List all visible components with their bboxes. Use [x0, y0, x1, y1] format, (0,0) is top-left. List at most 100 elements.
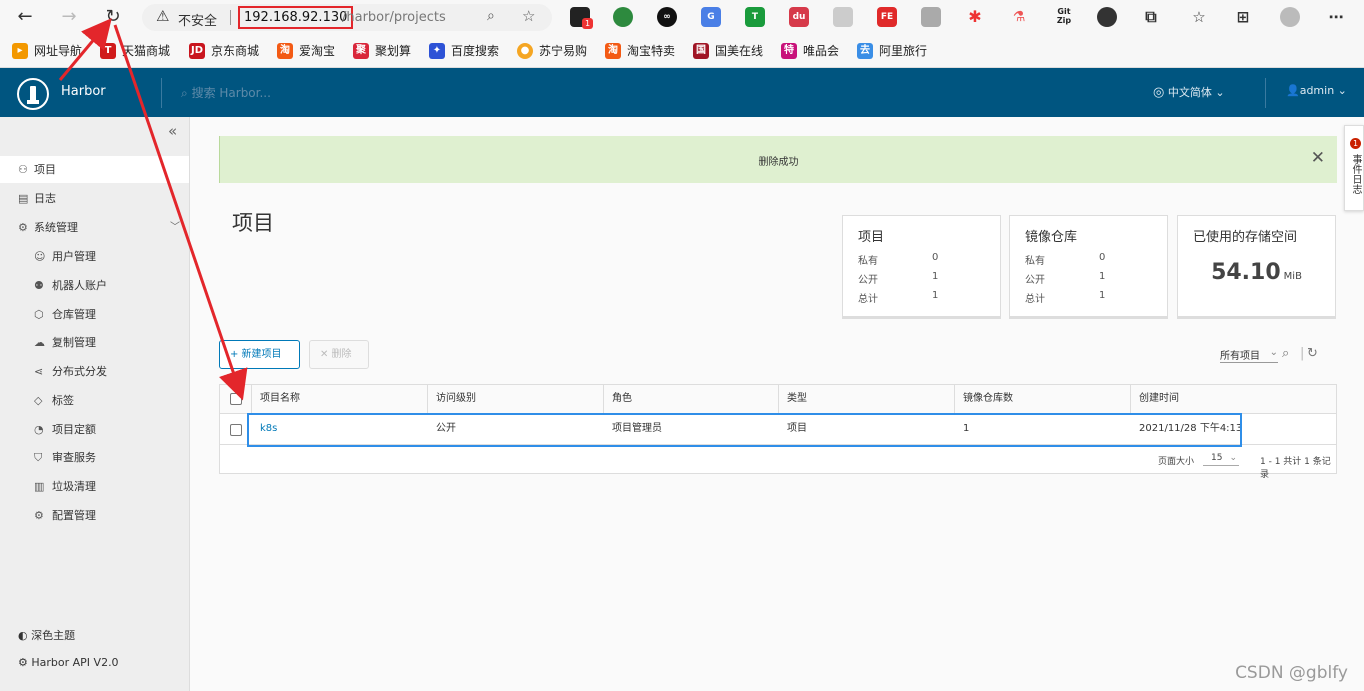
more-icon[interactable]: ⋯	[1326, 7, 1346, 27]
bookmark-item[interactable]: JD 京东商城	[189, 43, 259, 60]
extension-badge: 1	[582, 18, 593, 29]
sidebar-item-quotas[interactable]: ◔ 项目定额	[0, 416, 189, 443]
total-count: 1	[1099, 290, 1106, 301]
sidebar-item-label: 复制管理	[52, 336, 96, 349]
profile-avatar[interactable]	[1280, 7, 1300, 27]
column-header[interactable]: 项目名称	[251, 385, 300, 414]
zoom-icon[interactable]: ⌕	[487, 8, 495, 24]
sidebar-item-labels[interactable]: ◇ 标签	[0, 387, 189, 414]
extension-icon-13[interactable]	[1097, 7, 1117, 27]
bookmark-item[interactable]: ● 苏宁易购	[517, 43, 587, 60]
select-all-checkbox[interactable]	[230, 393, 242, 405]
column-header[interactable]: 角色	[603, 385, 632, 414]
bookmark-label: 网址导航	[34, 44, 83, 58]
column-header[interactable]: 镜像仓库数	[954, 385, 1013, 414]
extension-icon-3[interactable]: ∞	[657, 7, 677, 27]
tag-icon: ◇	[34, 394, 43, 407]
zip-label: Zip	[1056, 16, 1072, 25]
column-header[interactable]: 访问级别	[427, 385, 476, 414]
extension-icon-7[interactable]	[833, 7, 853, 27]
address-bar[interactable]: ⚠ 不安全 192.168.92.130 /harbor/projects ⌕ …	[142, 4, 552, 31]
bookmark-item[interactable]: 淘淘宝特卖	[605, 43, 675, 60]
browser-toolbar: ← → ↻ ⚠ 不安全 192.168.92.130 /harbor/proje…	[0, 0, 1364, 35]
collapse-sidebar-icon[interactable]: «	[168, 122, 177, 140]
success-alert: 删除成功 ✕	[219, 136, 1337, 183]
chevron-down-icon: ⌄	[1337, 84, 1347, 97]
page-size-value: 15	[1211, 453, 1223, 463]
bookmark-label: 天猫商城	[122, 44, 171, 58]
chevron-down-icon: ⌄	[1229, 453, 1237, 463]
chevron-down-icon: ⌄	[1269, 347, 1278, 358]
new-project-button[interactable]: + 新建项目	[219, 340, 300, 369]
search-input[interactable]: 搜索 Harbor...	[192, 86, 271, 100]
extension-icon-11[interactable]: ⚗	[1009, 7, 1029, 27]
extension-icon-10[interactable]: ✱	[965, 7, 985, 27]
event-log-tab[interactable]: 1 事件日志	[1344, 125, 1364, 211]
sidebar-item-robot-accounts[interactable]: ⚉ 机器人账户	[0, 272, 189, 299]
harbor-api-link[interactable]: ⚙ Harbor API V2.0	[18, 656, 119, 669]
user-menu[interactable]: 👤admin ⌄	[1286, 84, 1347, 97]
column-header[interactable]: 创建时间	[1130, 385, 1179, 414]
row-checkbox[interactable]	[230, 424, 242, 436]
sidebar-item-projects[interactable]: ⚇ 项目	[0, 156, 189, 183]
projects-table: 项目名称 访问级别 角色 类型 镜像仓库数 创建时间 k8s 公开 项目管理员 …	[219, 384, 1337, 480]
bookmark-label: 苏宁易购	[539, 44, 588, 58]
role: 项目管理员	[612, 423, 662, 434]
bookmark-item[interactable]: ✦ 百度搜索	[429, 43, 499, 60]
sidebar-item-interrogation[interactable]: ⛉ 审查服务	[0, 444, 189, 471]
bookmark-item[interactable]: ▸ 网址导航	[12, 43, 82, 60]
total-label: 总计	[858, 294, 878, 305]
sidebar-item-config[interactable]: ⚙ 配置管理	[0, 502, 189, 529]
sidebar-item-label: 分布式分发	[52, 365, 107, 378]
sidebar-item-distributions[interactable]: ⋖ 分布式分发	[0, 358, 189, 385]
url-path[interactable]: /harbor/projects	[342, 10, 446, 25]
language-selector[interactable]: ◎ 中文简体 ⌄	[1153, 84, 1225, 100]
bookmark-item[interactable]: 聚聚划算	[353, 43, 411, 60]
reload-icon[interactable]: ↻	[100, 5, 126, 29]
page-size-select[interactable]: 15 ⌄	[1203, 450, 1239, 466]
harbor-logo[interactable]	[17, 78, 49, 110]
delete-button[interactable]: ✕ 删除	[309, 340, 369, 369]
extensions-icon[interactable]: ⧉	[1141, 7, 1161, 27]
chevron-down-icon: ﹀	[170, 222, 180, 233]
sidebar-item-label: 日志	[34, 192, 56, 205]
header-divider	[161, 78, 162, 108]
forward-icon[interactable]: →	[56, 5, 82, 29]
close-icon[interactable]: ✕	[1311, 148, 1325, 168]
bookmark-item[interactable]: 去阿里旅行	[857, 43, 927, 60]
back-icon[interactable]: ←	[12, 5, 38, 29]
global-search[interactable]: ⌕ 搜索 Harbor...	[181, 84, 271, 101]
column-header[interactable]: 类型	[778, 385, 807, 414]
bookmark-item[interactable]: 淘爱淘宝	[277, 43, 335, 60]
bookmark-item[interactable]: T 天猫商城	[100, 43, 170, 60]
extension-icon-8[interactable]: FE	[877, 7, 897, 27]
project-name-link[interactable]: k8s	[260, 414, 277, 445]
storage-summary-card: 已使用的存储空间 54.10 MiB	[1177, 215, 1336, 317]
sidebar-item-replications[interactable]: ☁ 复制管理	[0, 329, 189, 356]
sidebar-item-users[interactable]: ☺ 用户管理	[0, 243, 189, 270]
favorites-icon[interactable]: ☆	[1189, 7, 1209, 27]
translate-icon[interactable]: G	[701, 7, 721, 27]
dark-theme-toggle[interactable]: ◐ 深色主题	[18, 627, 75, 643]
sidebar-item-administration[interactable]: ⚙ 系统管理 ﹀	[0, 214, 189, 241]
project-filter-select[interactable]: 所有项目 ⌄	[1220, 347, 1278, 363]
extension-icon-5[interactable]: T	[745, 7, 765, 27]
table-row[interactable]: k8s 公开 项目管理员 项目 1 2021/11/28 下午4:13	[220, 414, 1336, 445]
sidebar-item-registries[interactable]: ⬡ 仓库管理	[0, 301, 189, 328]
url-host[interactable]: 192.168.92.130	[238, 6, 354, 29]
search-icon[interactable]: ⌕	[1282, 346, 1289, 361]
sidebar-item-logs[interactable]: ▤ 日志	[0, 185, 189, 212]
extension-icon-6[interactable]: du	[789, 7, 809, 27]
git-zip-icon[interactable]: Git Zip	[1051, 7, 1077, 27]
bookmark-item[interactable]: 国国美在线	[693, 43, 763, 60]
add-favorite-icon[interactable]: ☆	[522, 7, 535, 25]
refresh-icon[interactable]: ↻	[1307, 346, 1318, 361]
extension-icon-9[interactable]	[921, 7, 941, 27]
bookmark-item[interactable]: 特唯品会	[781, 43, 839, 60]
extension-icon-2[interactable]	[613, 7, 633, 27]
app-brand[interactable]: Harbor	[61, 84, 106, 99]
collections-icon[interactable]: ⊞	[1233, 7, 1253, 27]
sidebar-item-gc[interactable]: ▥ 垃圾清理	[0, 473, 189, 500]
shield-icon: ⛉	[34, 451, 43, 464]
user-name: admin	[1299, 84, 1335, 97]
